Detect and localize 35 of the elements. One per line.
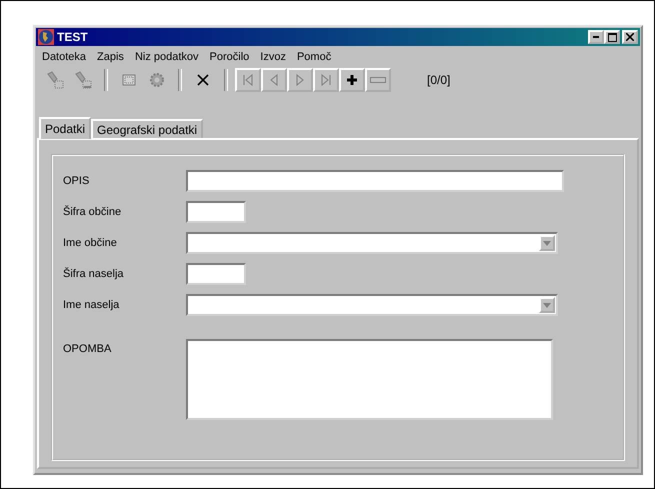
tab[interactable]: Podatki: [39, 117, 92, 139]
maximize-button[interactable]: [604, 30, 620, 44]
close-icon: [626, 33, 634, 41]
minimize-button[interactable]: [588, 30, 604, 44]
record-counter: [0/0]: [427, 73, 450, 87]
minimize-icon: [593, 36, 599, 38]
window-title: TEST: [57, 30, 89, 44]
input-field[interactable]: [186, 263, 246, 285]
caret-icon: [543, 240, 551, 246]
input-field[interactable]: [186, 201, 246, 223]
dropdown-button[interactable]: [539, 235, 555, 251]
menu-item[interactable]: Poročilo: [210, 51, 250, 63]
input-field[interactable]: [186, 170, 564, 192]
field-label: Ime občine: [63, 237, 118, 249]
dropdown-button[interactable]: [539, 297, 555, 313]
menu-item[interactable]: Pomoč: [296, 51, 332, 63]
globe-icon: [38, 29, 54, 45]
toolbar-button[interactable]: [339, 68, 365, 92]
menu-item[interactable]: Niz podatkov: [134, 51, 199, 63]
maximize-icon: [608, 32, 616, 42]
tab[interactable]: Geografski podatki: [91, 119, 204, 138]
text-area[interactable]: [186, 339, 553, 420]
gear-icon: [148, 71, 166, 89]
close-button[interactable]: [622, 30, 638, 44]
field-label: OPIS: [63, 175, 90, 187]
dropdown-field[interactable]: [186, 294, 558, 316]
field-label: Ime naselja: [63, 299, 120, 311]
menu-item[interactable]: Zapis: [97, 51, 124, 63]
menu-item[interactable]: Izvoz: [260, 51, 286, 63]
caret-icon: [543, 302, 551, 308]
field-label: OPOMBA: [63, 342, 112, 355]
dropdown-field[interactable]: [186, 232, 558, 254]
field-label: Šifra naselja: [63, 268, 125, 280]
field-label: Šifra občine: [63, 206, 122, 218]
menu-item[interactable]: Datoteka: [42, 51, 86, 63]
